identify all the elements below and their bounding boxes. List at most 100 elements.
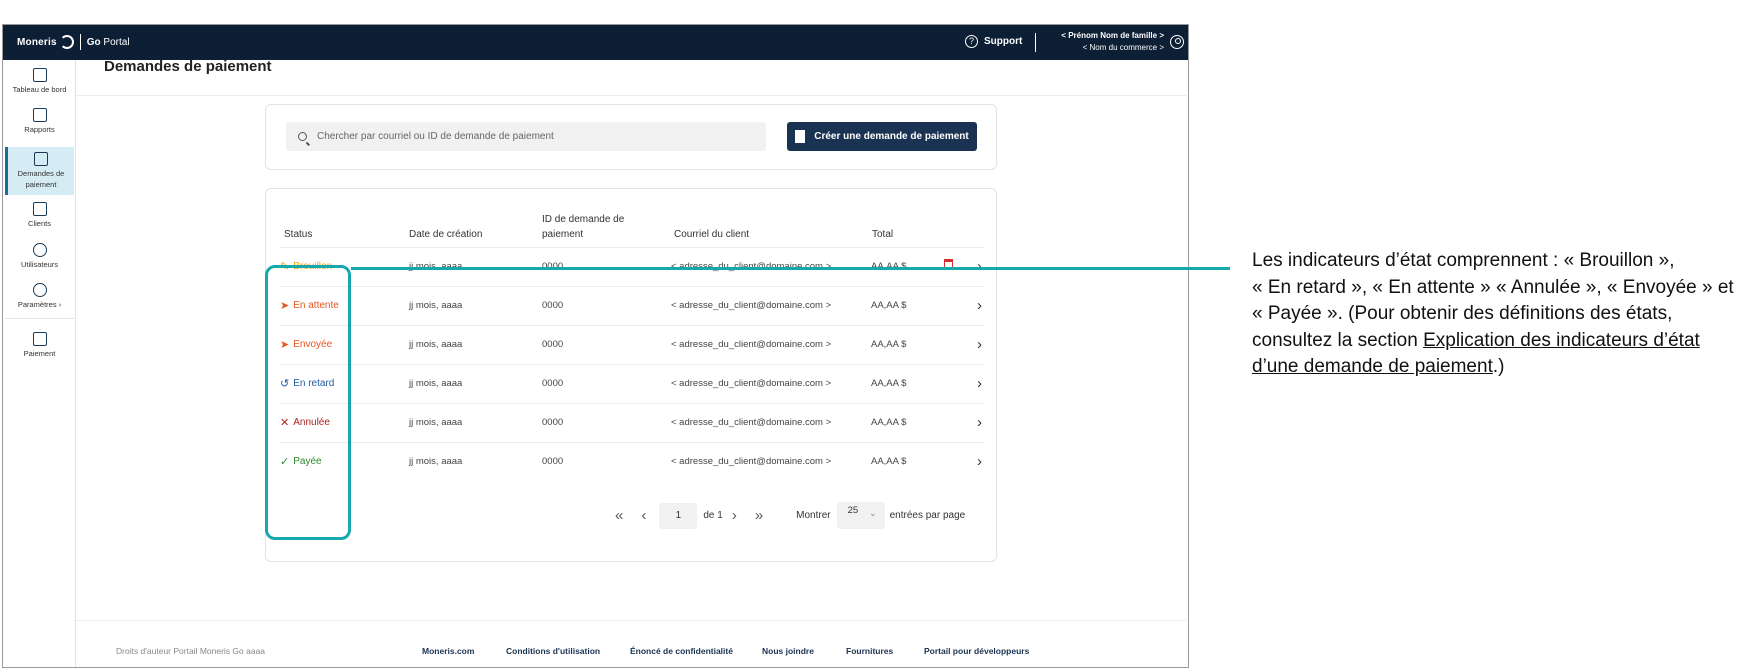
brand-divider [79,34,81,50]
sidebar: Tableau de bord Rapports Demandes de pai… [3,60,76,667]
product-name: Go Portal [86,36,130,48]
sidebar-item-settings[interactable]: Paramètres › [5,283,74,315]
footer-link-supplies[interactable]: Fournitures [846,646,893,656]
sidebar-divider [5,318,74,319]
payment-request-icon [34,152,48,166]
annotation-line: consultez la section Explication des ind… [1252,329,1700,351]
page-title: Demandes de paiement [104,58,272,75]
footer-link-privacy[interactable]: Énoncé de confidentialité [630,646,733,656]
sidebar-item-payment-requests[interactable]: Demandes de paiement [5,147,74,195]
total-cell: AA,AA $ [871,339,907,350]
sidebar-item-users[interactable]: Utilisateurs [5,243,74,275]
header-email: Courriel du client [674,229,750,240]
search-input[interactable]: Chercher par courriel ou ID de demande d… [286,122,766,151]
status-explanation-link[interactable]: d’une demande de paiement [1252,356,1493,377]
dashboard-icon [32,68,47,82]
email-cell: < adresse_du_client@domaine.com > [671,417,832,428]
previous-page-icon[interactable]: ‹ [641,507,646,524]
footer-link-contact[interactable]: Nous joindre [762,646,814,656]
payment-requests-table: Status Date de création ID de demande de… [265,188,997,562]
top-bar: Moneris Go Portal ? Support < Prénom Nom… [3,25,1188,60]
sidebar-item-label: Utilisateurs [20,260,59,269]
annotation-text: Les indicateurs d’état comprennent : « B… [1252,248,1752,381]
footer-divider [74,620,1186,621]
page-count: de 1 [703,510,723,521]
chevron-right-icon[interactable]: › [977,297,982,314]
id-cell: 0000 [542,300,564,311]
footer-link-terms[interactable]: Conditions d'utilisation [506,646,600,656]
email-cell: < adresse_du_client@domaine.com > [671,378,832,389]
pagination: « ‹ 1 de 1 › » Montrer 25 ⌄ entrées par … [606,502,965,529]
id-cell: 0000 [542,417,564,428]
sidebar-item-dashboard[interactable]: Tableau de bord [5,68,74,100]
chevron-right-icon[interactable]: › [977,336,982,353]
status-explanation-link[interactable]: Explication des indicateurs d’état [1423,330,1700,351]
header-status: Status [284,229,313,240]
page-number-input[interactable]: 1 [659,502,698,529]
table-row[interactable]: ➤ Envoyée jj mois, aaaa 0000 < adresse_d… [280,325,984,364]
footer-copyright: Droits d'auteur Portail Moneris Go aaaa [116,646,266,656]
header-id: ID de demande de paiement [542,214,625,240]
table-row[interactable]: ✕ Annulée jj mois, aaaa 0000 < adresse_d… [280,403,984,442]
annotation-line: d’une demande de paiement.) [1252,356,1505,377]
header-total: Total [872,229,894,240]
annotation-line: « Payée ». (Pour obtenir des définitions… [1252,303,1673,324]
date-cell: jj mois, aaaa [409,417,463,428]
help-icon: ? [965,35,978,48]
sidebar-item-reports[interactable]: Rapports [5,108,74,140]
brand-logo[interactable]: Moneris Go Portal [17,34,130,50]
create-payment-request-button[interactable]: Créer une demande de paiement [787,122,977,151]
annotation-line: Les indicateurs d’état comprennent : « B… [1252,250,1675,271]
sidebar-item-label: Clients [28,219,51,228]
status-highlight-box [265,265,351,540]
chevron-down-icon: ⌄ [869,508,877,518]
table-row[interactable]: ↺ En retard jj mois, aaaa 0000 < adresse… [280,364,984,403]
footer-link-moneris[interactable]: Moneris.com [422,646,474,656]
total-cell: AA,AA $ [871,378,907,389]
table-row[interactable]: ✓ Payée jj mois, aaaa 0000 < adresse_du_… [280,442,984,481]
date-cell: jj mois, aaaa [409,378,463,389]
per-page-value: 25 [847,505,859,516]
brand-name: Moneris [17,36,57,48]
sidebar-item-label: Demandes de paiement [17,169,65,189]
add-document-icon [795,130,806,143]
sidebar-item-label: Paiement [23,349,56,358]
clients-icon [32,202,47,216]
date-cell: jj mois, aaaa [409,339,463,350]
search-placeholder: Chercher par courriel ou ID de demande d… [317,131,554,142]
date-cell: jj mois, aaaa [409,300,463,311]
sidebar-item-payment[interactable]: Paiement [5,332,74,364]
id-cell: 0000 [542,378,564,389]
footer-link-developers[interactable]: Portail pour développeurs [924,646,1029,656]
sidebar-item-label: Paramètres › [17,300,62,309]
chevron-right-icon[interactable]: › [977,375,982,392]
payment-icon [32,332,47,346]
support-link[interactable]: ? Support [965,35,1022,48]
id-cell: 0000 [542,339,564,350]
chevron-right-icon[interactable]: › [977,453,982,470]
total-cell: AA,AA $ [871,417,907,428]
show-label: Montrer [796,510,831,521]
per-page-select[interactable]: 25 ⌄ [836,502,885,529]
moneris-swirl-icon [59,35,74,49]
total-cell: AA,AA $ [871,456,907,467]
last-page-icon[interactable]: » [755,507,763,524]
table-row[interactable]: ➤ En attente jj mois, aaaa 0000 < adress… [280,286,984,325]
chevron-right-icon[interactable]: › [977,414,982,431]
sidebar-item-label: Rapports [24,125,55,134]
sidebar-item-clients[interactable]: Clients [5,202,74,234]
header-date: Date de création [409,229,483,240]
business-name: < Nom du commerce > [1082,43,1164,52]
total-cell: AA,AA $ [871,300,907,311]
first-page-icon[interactable]: « [615,507,623,524]
next-page-icon[interactable]: › [732,507,737,524]
settings-icon [32,283,47,297]
support-label: Support [984,36,1023,47]
report-icon [32,108,47,122]
email-cell: < adresse_du_client@domaine.com > [671,339,832,350]
annotation-line: « En retard », « En attente » « Annulée … [1252,276,1734,298]
email-cell: < adresse_du_client@domaine.com > [671,300,832,311]
user-menu[interactable]: < Prénom Nom de famille > < Nom du comme… [1061,30,1164,54]
users-icon [32,243,47,257]
user-account-icon[interactable] [1170,35,1184,49]
